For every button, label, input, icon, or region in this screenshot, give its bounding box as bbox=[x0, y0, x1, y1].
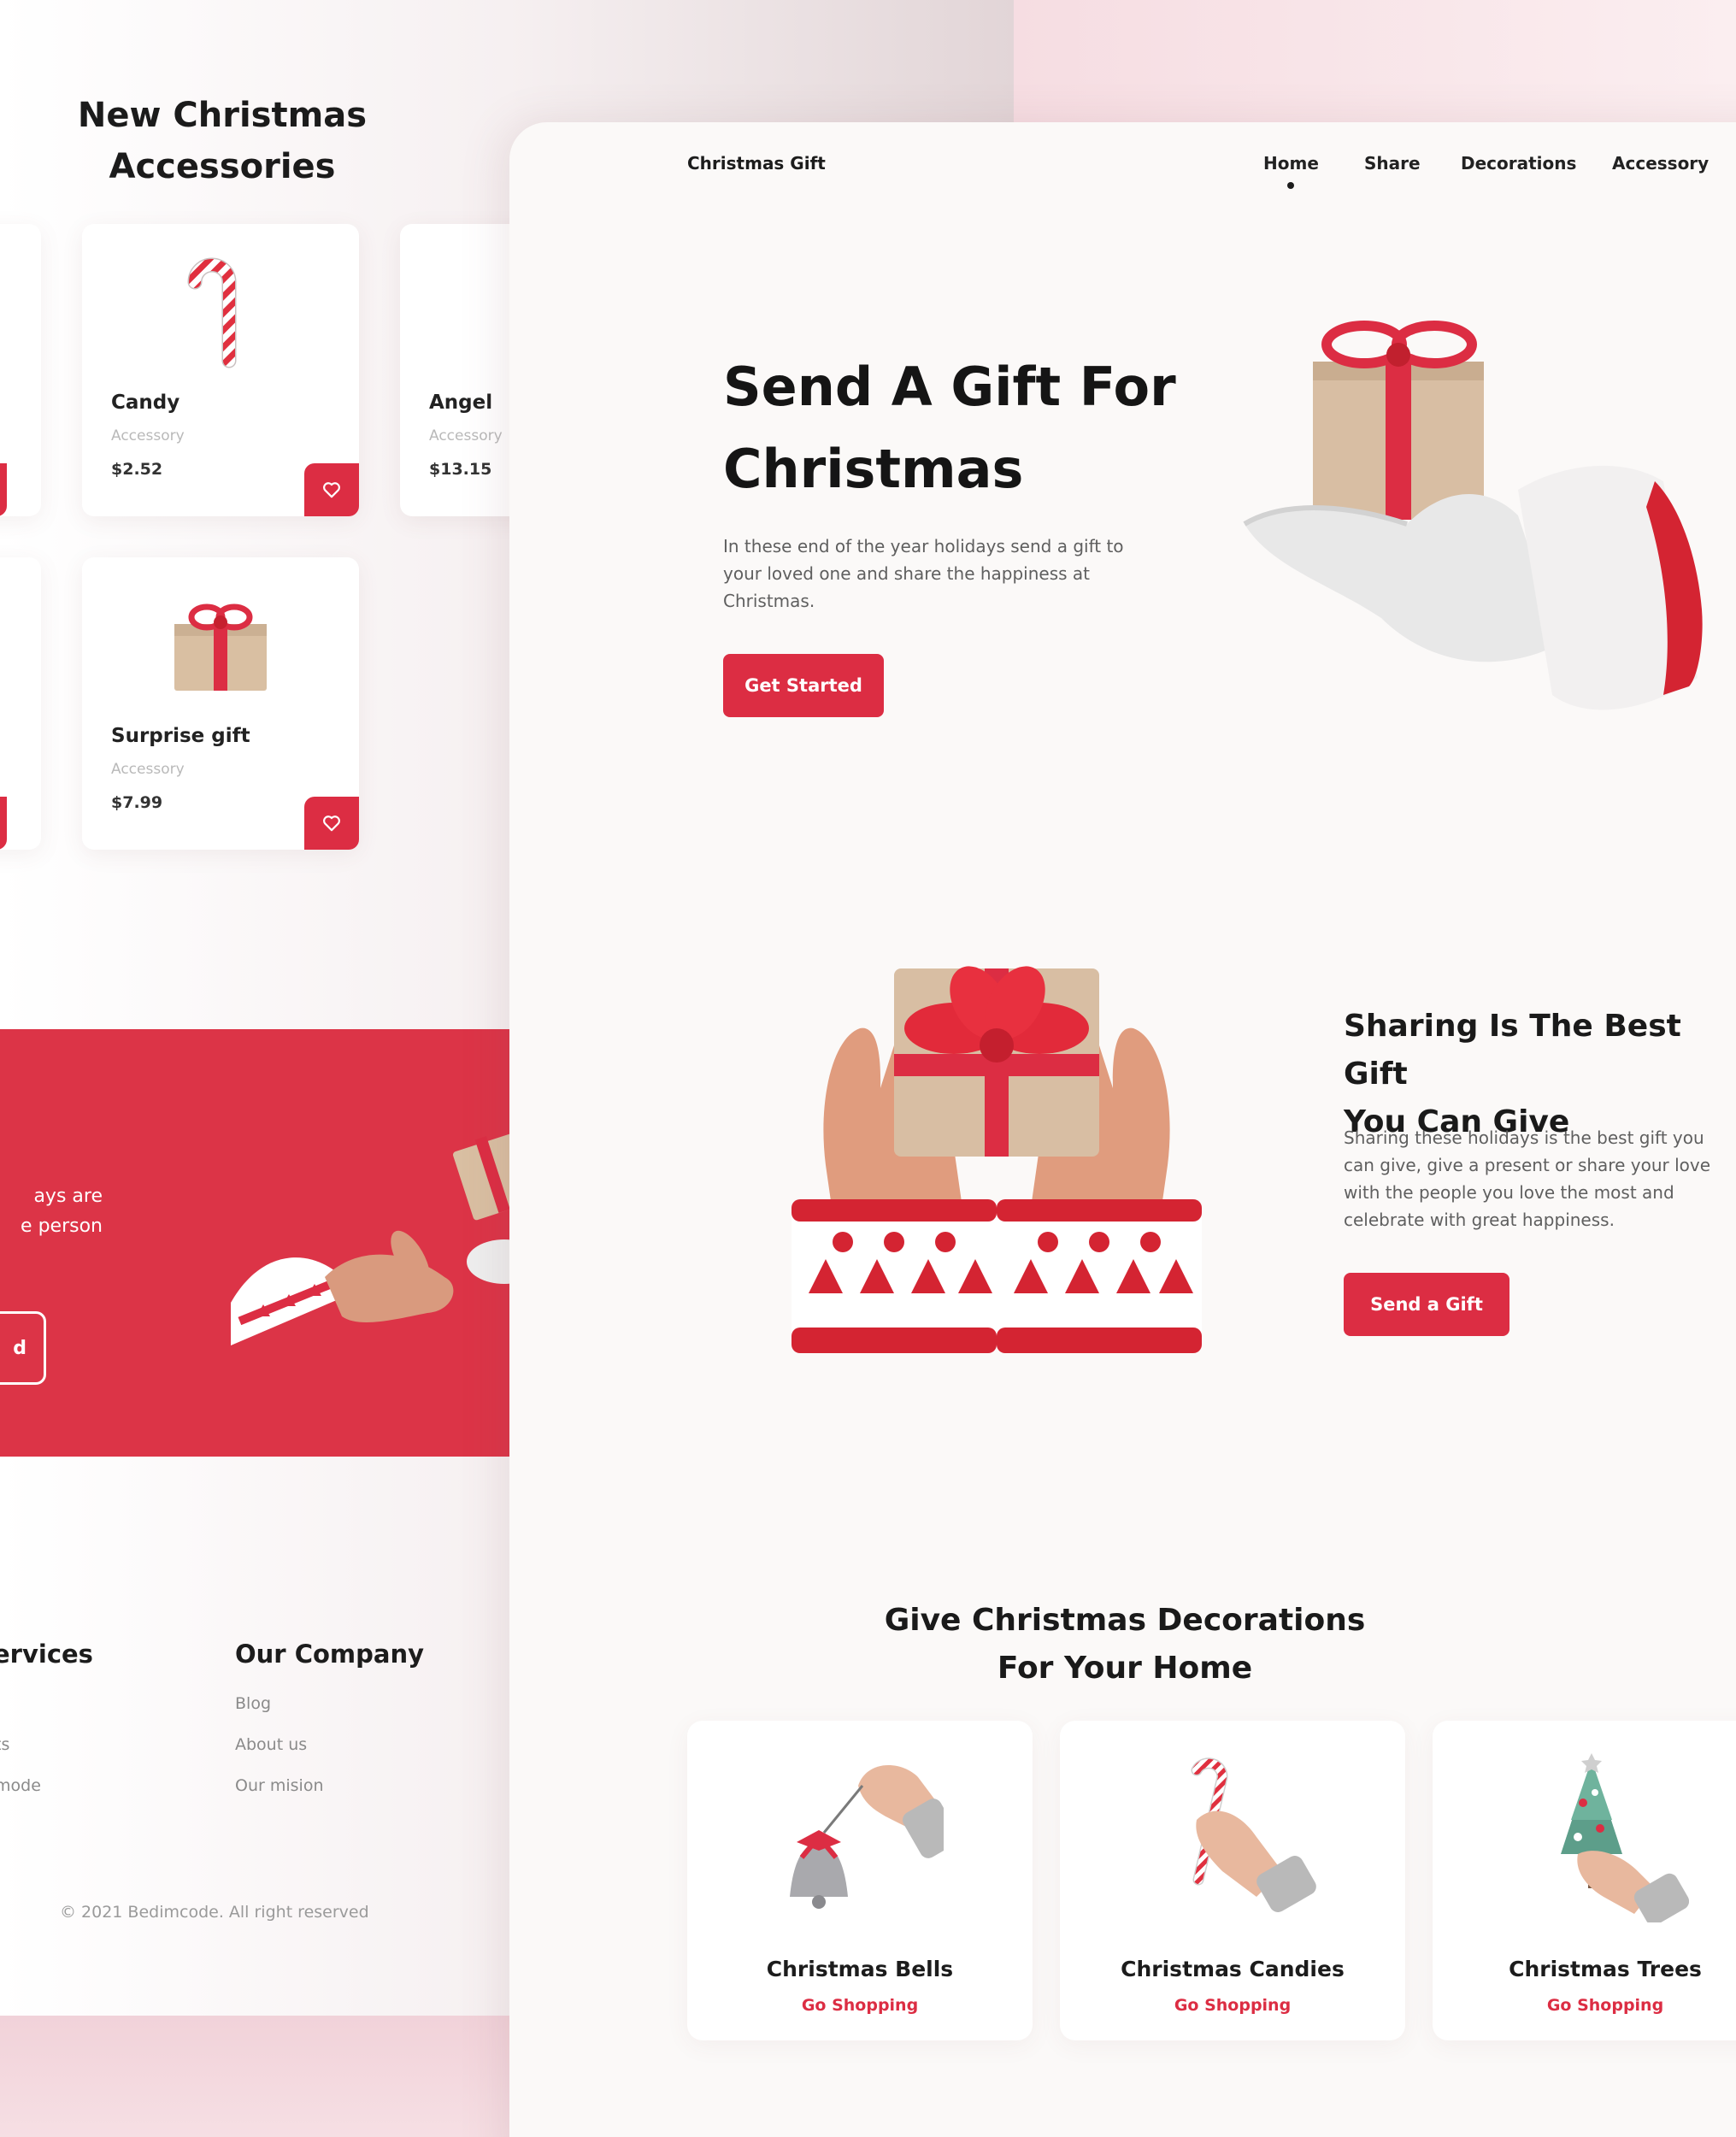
glove-holding-gift-illustration bbox=[1236, 319, 1723, 746]
footer-heading-services: ervices bbox=[0, 1640, 93, 1669]
go-shopping-link[interactable]: Go Shopping bbox=[1060, 1996, 1405, 2015]
candy-cane-in-hand-icon bbox=[1180, 1751, 1316, 1922]
go-shopping-link[interactable]: Go Shopping bbox=[687, 1996, 1033, 2015]
pink-backdrop-bottom bbox=[0, 2016, 513, 2137]
favorite-button[interactable] bbox=[0, 797, 7, 850]
product-price: $2.52 bbox=[111, 460, 163, 479]
product-name: Angel bbox=[429, 391, 493, 414]
accessories-section-title: New Christmas Accessories bbox=[77, 96, 368, 186]
hands-holding-gift-illustration bbox=[774, 951, 1219, 1362]
share-description: Sharing these holidays is the best gift … bbox=[1344, 1127, 1711, 1230]
footer-heading-company: Our Company bbox=[235, 1640, 424, 1669]
product-category: Accessory bbox=[111, 761, 185, 778]
decoration-card[interactable]: Christmas Bells Go Shopping bbox=[687, 1721, 1033, 2040]
product-category: Accessory bbox=[111, 427, 185, 444]
decoration-card[interactable]: Christmas Candies Go Shopping bbox=[1060, 1721, 1405, 2040]
nav-share[interactable]: Share bbox=[1364, 153, 1421, 174]
footer-link-blog[interactable]: Blog bbox=[235, 1694, 271, 1713]
favorite-button[interactable] bbox=[304, 797, 359, 850]
get-started-button[interactable]: Get Started bbox=[723, 654, 884, 717]
front-page: Christmas Gift Home Share Decorations Ac… bbox=[509, 122, 1736, 2137]
go-shopping-link[interactable]: Go Shopping bbox=[1433, 1996, 1736, 2015]
copyright-text: © 2021 Bedimcode. All right reserved bbox=[60, 1903, 369, 1922]
hero-description: In these end of the year holidays send a… bbox=[723, 536, 1124, 611]
promo-banner: ays are e person d bbox=[0, 1029, 513, 1457]
decoration-name: Christmas Trees bbox=[1509, 1957, 1702, 1981]
nav-accessory[interactable]: Accessory bbox=[1612, 153, 1709, 174]
send-gift-button[interactable]: Send a Gift bbox=[1344, 1273, 1509, 1336]
favorite-button[interactable] bbox=[0, 463, 7, 516]
heart-icon bbox=[323, 815, 340, 832]
hand-with-gift-illustration bbox=[214, 1115, 513, 1388]
product-card-partial bbox=[0, 557, 41, 850]
product-name: Candy bbox=[111, 391, 180, 414]
pink-backdrop-top bbox=[1014, 0, 1736, 128]
footer-link[interactable]: ts bbox=[0, 1735, 9, 1754]
decoration-name: Christmas Bells bbox=[766, 1957, 954, 1981]
hero-title: Send A Gift For Christmas bbox=[723, 356, 1176, 500]
product-card[interactable]: Surprise gift Accessory $7.99 bbox=[82, 557, 359, 850]
promo-text: ays are e person bbox=[21, 1186, 103, 1237]
favorite-button[interactable] bbox=[304, 463, 359, 516]
site-logo[interactable]: Christmas Gift bbox=[687, 153, 826, 174]
nav-active-indicator bbox=[1287, 182, 1294, 189]
bell-in-hand-icon bbox=[781, 1751, 944, 1922]
product-price: $7.99 bbox=[111, 793, 163, 812]
product-card[interactable]: Candy Accessory $2.52 bbox=[82, 224, 359, 516]
decoration-name: Christmas Candies bbox=[1121, 1957, 1345, 1981]
nav-home[interactable]: Home bbox=[1263, 153, 1319, 174]
product-category: Accessory bbox=[429, 427, 503, 444]
heart-icon bbox=[323, 482, 340, 498]
candy-cane-icon bbox=[181, 250, 250, 369]
tree-in-hand-icon bbox=[1552, 1751, 1689, 1922]
product-card-partial bbox=[0, 224, 41, 516]
gift-box-icon bbox=[169, 600, 272, 694]
footer-link[interactable]: mode bbox=[0, 1776, 41, 1795]
product-price: $13.15 bbox=[429, 460, 492, 479]
nav-decorations[interactable]: Decorations bbox=[1461, 153, 1576, 174]
footer-link-about[interactable]: About us bbox=[235, 1735, 307, 1754]
decoration-card[interactable]: Christmas Trees Go Shopping bbox=[1433, 1721, 1736, 2040]
product-name: Surprise gift bbox=[111, 725, 250, 747]
decorations-title: Give Christmas Decorations For Your Home bbox=[884, 1603, 1366, 1686]
promo-button[interactable]: d bbox=[0, 1311, 46, 1385]
footer-link-mission[interactable]: Our mision bbox=[235, 1776, 323, 1795]
